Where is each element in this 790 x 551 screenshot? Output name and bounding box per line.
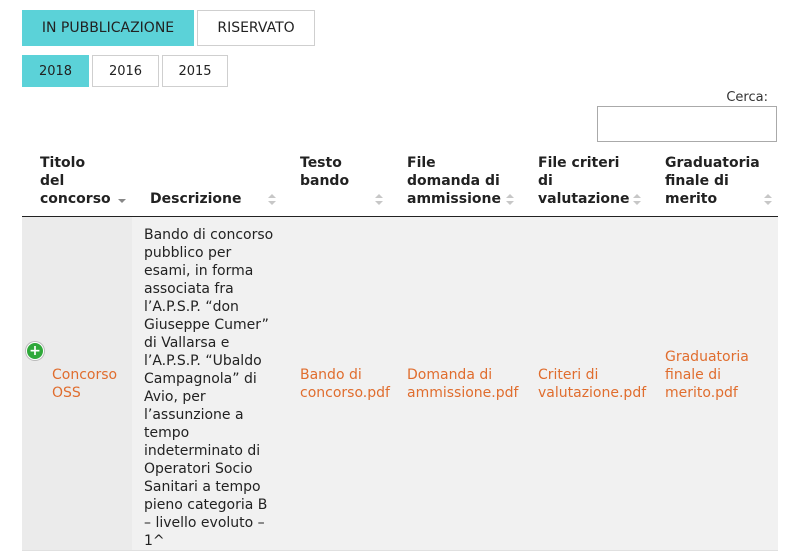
- cell-titolo: + Concorso OSS: [22, 216, 132, 551]
- year-filter: 2018 2016 2015: [22, 55, 228, 87]
- column-header-label: File criteri di valutazione: [538, 155, 630, 207]
- tab-in-pubblicazione[interactable]: IN PUBBLICAZIONE: [22, 10, 194, 46]
- sort-desc-icon: [118, 194, 126, 206]
- plus-circle-icon[interactable]: +: [26, 342, 44, 360]
- column-header-graduatoria[interactable]: Graduatoria finale di merito: [647, 150, 778, 217]
- cell-graduatoria: Graduatoria finale di merito.pdf: [647, 216, 778, 551]
- concorsi-table: Titolo del concorso Descrizione Testo ba…: [22, 150, 778, 551]
- year-button-2015[interactable]: 2015: [162, 55, 228, 87]
- cell-file-criteri: Criteri di valutazione.pdf: [520, 216, 647, 551]
- section-tabs: IN PUBBLICAZIONE RISERVATO: [22, 10, 315, 46]
- sort-icon: [268, 194, 276, 206]
- year-button-2018[interactable]: 2018: [22, 55, 89, 87]
- search-input[interactable]: [597, 106, 777, 142]
- column-header-label: File domanda di ammissione: [407, 155, 501, 207]
- column-header-titolo[interactable]: Titolo del concorso: [22, 150, 132, 217]
- column-header-label: Descrizione: [150, 191, 242, 207]
- column-header-label: Testo bando: [300, 155, 350, 189]
- search-label: Cerca:: [726, 90, 768, 105]
- tab-riservato[interactable]: RISERVATO: [197, 10, 315, 46]
- sort-icon: [764, 194, 772, 206]
- table-header-row: Titolo del concorso Descrizione Testo ba…: [22, 150, 778, 217]
- concorso-description: Bando di concorso pubblico per esami, in…: [144, 227, 274, 549]
- cell-file-domanda: Domanda di ammissione.pdf: [389, 216, 520, 551]
- column-header-descrizione[interactable]: Descrizione: [132, 150, 282, 217]
- sort-icon: [506, 194, 514, 206]
- bando-link[interactable]: Bando di concorso.pdf: [300, 367, 390, 401]
- column-header-label: Titolo del concorso: [40, 155, 111, 207]
- column-header-file-criteri[interactable]: File criteri di valutazione: [520, 150, 647, 217]
- table-row: + Concorso OSS Bando di concorso pubblic…: [22, 216, 778, 551]
- sort-icon: [375, 194, 383, 206]
- cell-descrizione: Bando di concorso pubblico per esami, in…: [132, 216, 282, 551]
- graduatoria-link[interactable]: Graduatoria finale di merito.pdf: [665, 349, 749, 401]
- sort-icon: [633, 194, 641, 206]
- year-button-2016[interactable]: 2016: [92, 55, 159, 87]
- cell-testo-bando: Bando di concorso.pdf: [282, 216, 390, 551]
- concorso-title: Concorso OSS: [52, 366, 118, 401]
- domanda-link[interactable]: Domanda di ammissione.pdf: [407, 367, 518, 401]
- criteri-link[interactable]: Criteri di valutazione.pdf: [538, 367, 646, 401]
- column-header-label: Graduatoria finale di merito: [665, 155, 760, 207]
- column-header-testo-bando[interactable]: Testo bando: [282, 150, 389, 217]
- column-header-file-domanda[interactable]: File domanda di ammissione: [389, 150, 520, 217]
